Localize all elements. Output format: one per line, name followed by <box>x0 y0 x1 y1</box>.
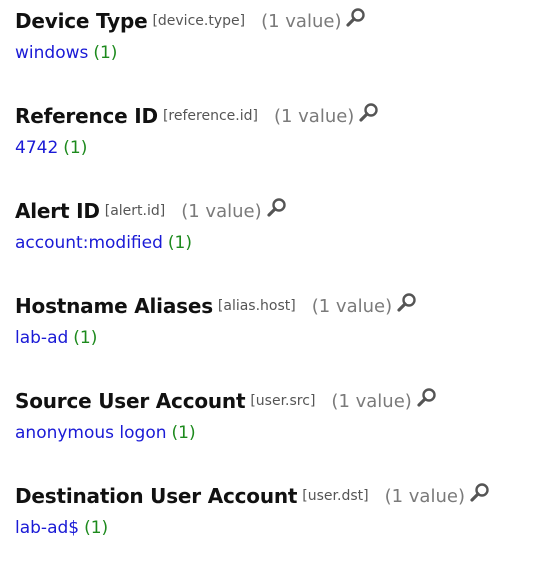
field-value-count: (1 value) <box>311 295 393 317</box>
value-link[interactable]: windows <box>15 43 88 63</box>
value-link[interactable]: lab-ad <box>15 328 68 348</box>
field-value-count: (1 value) <box>273 105 355 127</box>
field-value-count: (1 value) <box>384 485 465 507</box>
field-key: [device.type] <box>152 13 246 29</box>
field-alert-id: Alert ID [alert.id] (1 value) account:mo… <box>15 194 545 258</box>
field-values: anonymous logon (1) <box>15 418 545 448</box>
field-name: Source User Account <box>15 389 246 413</box>
field-name: Destination User Account <box>15 484 298 508</box>
value-occurrence-count: (1) <box>93 43 118 63</box>
field-header: Hostname Aliases [alias.host] (1 value) <box>15 289 545 323</box>
field-key: [reference.id] <box>162 108 258 124</box>
field-device-type: Device Type [device.type] (1 value) wind… <box>15 4 545 68</box>
field-header: Alert ID [alert.id] (1 value) <box>15 194 545 228</box>
field-value-count: (1 value) <box>331 390 412 412</box>
field-name: Alert ID <box>15 199 100 223</box>
field-key: [alias.host] <box>217 298 296 314</box>
field-key: [alert.id] <box>104 203 166 219</box>
field-name: Reference ID <box>15 104 158 128</box>
field-header: Destination User Account [user.dst] (1 v… <box>15 479 545 513</box>
field-header: Device Type [device.type] (1 value) <box>15 4 545 38</box>
field-destination-user-account: Destination User Account [user.dst] (1 v… <box>15 479 545 543</box>
field-header: Source User Account [user.src] (1 value) <box>15 384 545 418</box>
value-link[interactable]: lab-ad$ <box>15 518 79 538</box>
value-link[interactable]: account:modified <box>15 233 163 253</box>
value-occurrence-count: (1) <box>84 518 109 538</box>
meta-fields-panel: Device Type [device.type] (1 value) wind… <box>0 0 553 567</box>
field-header: Reference ID [reference.id] (1 value) <box>15 99 545 133</box>
field-name: Hostname Aliases <box>15 294 213 318</box>
search-icon[interactable] <box>358 102 380 124</box>
value-link[interactable]: 4742 <box>15 138 58 158</box>
field-value-count: (1 value) <box>261 10 342 32</box>
field-key: [user.src] <box>250 393 316 409</box>
field-source-user-account: Source User Account [user.src] (1 value)… <box>15 384 545 448</box>
search-icon[interactable] <box>266 197 288 219</box>
search-icon[interactable] <box>345 7 367 29</box>
field-values: lab-ad (1) <box>15 323 545 353</box>
field-values: windows (1) <box>15 38 545 68</box>
search-icon[interactable] <box>469 482 491 504</box>
field-values: lab-ad$ (1) <box>15 513 545 543</box>
field-hostname-aliases: Hostname Aliases [alias.host] (1 value) … <box>15 289 545 353</box>
field-reference-id: Reference ID [reference.id] (1 value) 47… <box>15 99 545 163</box>
field-value-count: (1 value) <box>181 200 262 222</box>
search-icon[interactable] <box>396 292 418 314</box>
value-link[interactable]: anonymous logon <box>15 423 167 443</box>
field-key: [user.dst] <box>302 488 369 504</box>
value-occurrence-count: (1) <box>73 328 98 348</box>
value-occurrence-count: (1) <box>167 233 192 253</box>
search-icon[interactable] <box>416 387 438 409</box>
field-values: account:modified (1) <box>15 228 545 258</box>
field-name: Device Type <box>15 9 148 33</box>
value-occurrence-count: (1) <box>171 423 196 443</box>
field-values: 4742 (1) <box>15 133 545 163</box>
value-occurrence-count: (1) <box>63 138 88 158</box>
